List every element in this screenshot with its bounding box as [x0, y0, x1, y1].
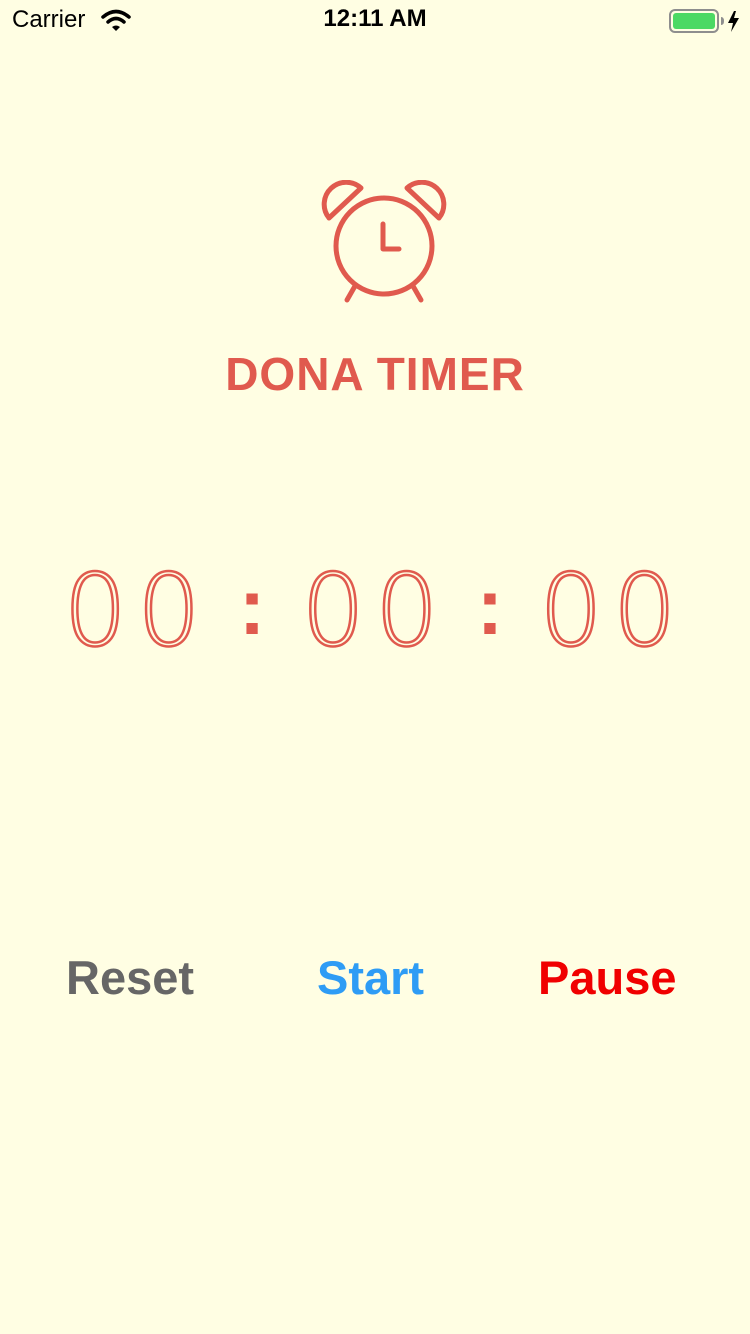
- alarm-clock-icon: [321, 180, 447, 303]
- app-title: DONA TIMER: [225, 348, 525, 400]
- timer-display: 00 : 00 : 00: [0, 552, 750, 669]
- timer-seconds: 00: [538, 552, 687, 669]
- status-clock: 12:11 AM: [323, 5, 427, 32]
- status-bar: Carrier 12:11 AM: [0, 0, 750, 40]
- timer-separator: :: [476, 562, 504, 651]
- timer-hours: 00: [62, 552, 211, 669]
- battery-charging-icon: [669, 9, 739, 33]
- reset-button[interactable]: Reset: [66, 946, 194, 1010]
- timer-minutes: 00: [300, 552, 449, 669]
- timer-separator: :: [238, 562, 266, 651]
- start-button[interactable]: Start: [317, 946, 424, 1010]
- controls-row: Reset Start Pause: [0, 946, 750, 1010]
- pause-button[interactable]: Pause: [538, 946, 676, 1010]
